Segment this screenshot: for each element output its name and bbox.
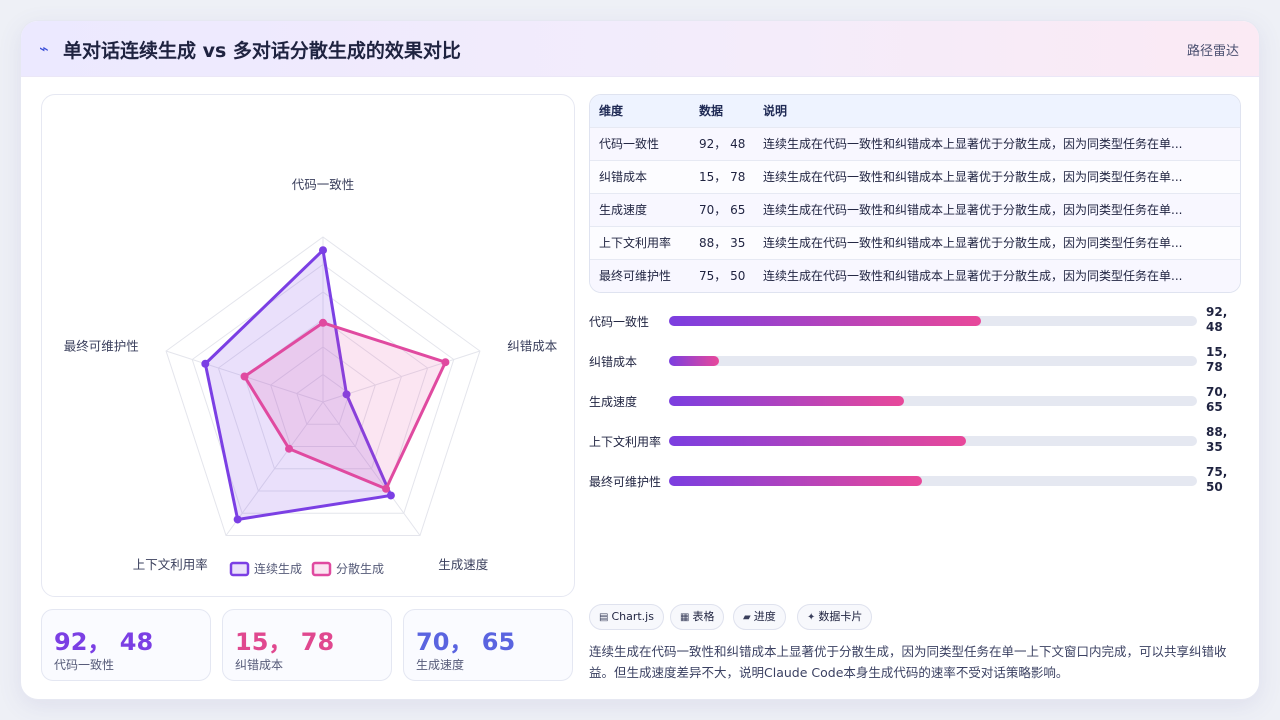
page-title: 单对话连续生成 vs 多对话分散生成的效果对比 (63, 40, 461, 62)
radar-point (441, 358, 450, 367)
table-cell: 连续生成在代码一致性和纠错成本上显著优于分散生成，因为同类型任务在单... (763, 269, 1183, 284)
bar-row-maintainability: 最终可维护性 75, 50 (589, 463, 1241, 497)
table-cell: 连续生成在代码一致性和纠错成本上显著优于分散生成，因为同类型任务在单... (763, 236, 1183, 250)
bar-track (669, 476, 1197, 486)
chart-icon: ▤ (599, 612, 609, 623)
radar-point (386, 491, 395, 500)
kpi-card-speed: 70， 65 生成速度 (403, 609, 573, 681)
bar-fill (669, 396, 904, 406)
summary-text: 连续生成在代码一致性和纠错成本上显著优于分散生成，因为同类型任务在单一上下文窗口… (589, 644, 1227, 680)
table-header-row: 维度 数据 说明 (590, 95, 1240, 127)
table-icon: ▦ (680, 612, 690, 623)
tag-table[interactable]: ▦ 表格 (670, 604, 725, 630)
radar-chart: 代码一致性纠错成本生成速度 上下文利用率 最终可维护性连续生成 分散生成 (64, 177, 558, 577)
radar-axis-label: 纠错成本 (507, 339, 558, 354)
radar-axis-label: 生成速度 (438, 557, 489, 572)
table-cell: 15， 78 (699, 170, 746, 184)
radar-point (201, 359, 210, 368)
bar-value: 88, 35 (1206, 425, 1228, 454)
data-table: 维度 数据 说明 代码一致性 92， 48 连续生成在代码一致性和纠错成本上显著… (589, 94, 1241, 293)
tag-progress[interactable]: ▰ 进度 (733, 604, 786, 630)
bar-fill (669, 436, 967, 446)
table-row: 代码一致性 92， 48 连续生成在代码一致性和纠错成本上显著优于分散生成，因为… (590, 127, 1240, 160)
bar-track (669, 396, 1197, 406)
radar-point (319, 246, 327, 255)
sparkle-icon: ✦ (807, 612, 816, 623)
bar-fill (669, 356, 720, 366)
table-cell: 纠错成本 (599, 170, 648, 184)
bar-track (669, 356, 1197, 366)
bar-label: 上下文利用率 (589, 435, 662, 449)
column-header: 说明 (763, 104, 788, 119)
bar-row-fix-cost: 纠错成本 15, 78 (589, 343, 1241, 377)
table-cell: 75， 50 (699, 269, 746, 284)
kpi-label: 代码一致性 (54, 658, 115, 672)
bar-value: 15, 78 (1206, 345, 1228, 374)
bar-row-consistency: 代码一致性 92, 48 (589, 303, 1241, 337)
tag-chartjs[interactable]: ▤ Chart.js (589, 604, 664, 630)
radar-axis-label: 代码一致性 (292, 177, 355, 192)
bar-label: 代码一致性 (589, 315, 650, 329)
radar-point (240, 372, 249, 381)
bar-value: 92, 48 (1206, 305, 1228, 334)
legend-label: 连续生成 (254, 561, 302, 576)
bar-label: 最终可维护性 (589, 475, 662, 489)
progress-bars: 代码一致性 92, 48 纠错成本 15, 78 生成速度 70, 65 上下文利用率… (589, 303, 1241, 503)
bar-label: 生成速度 (589, 395, 638, 409)
tag-data-card[interactable]: ✦ 数据卡片 (797, 604, 873, 630)
table-cell: 70， 65 (699, 203, 746, 217)
legend-label: 分散生成 (336, 561, 384, 576)
kpi-label: 生成速度 (416, 658, 465, 672)
radar-point (382, 484, 391, 493)
bar-fill (669, 316, 981, 326)
table-cell: 上下文利用率 (599, 236, 672, 250)
table-row: 生成速度 70， 65 连续生成在代码一致性和纠错成本上显著优于分散生成，因为同… (590, 193, 1240, 226)
column-header: 数据 (699, 104, 724, 119)
dashboard-card: ⌁ 单对话连续生成 vs 多对话分散生成的效果对比 路径雷达 代码一致性 纠错成本… (20, 20, 1260, 700)
table-cell: 88， 35 (699, 236, 746, 250)
radar-chart-panel: 代码一致性纠错成本生成速度 上下文利用率 最终可维护性连续生成 分散生成 (41, 94, 575, 597)
radar-point (233, 515, 242, 524)
kpi-value: 70， 65 (416, 628, 516, 656)
bar-row-speed: 生成速度 70, 65 (589, 383, 1241, 417)
radar-point (319, 318, 327, 327)
radar-axis-label: 最终可维护性 (64, 339, 139, 354)
kpi-value: 92， 48 (54, 628, 154, 656)
progress-icon: ▰ (743, 612, 751, 623)
column-header: 维度 (599, 104, 624, 119)
bar-fill (669, 476, 923, 486)
table-cell: 最终可维护性 (599, 269, 672, 284)
table-row: 上下文利用率 88， 35 连续生成在代码一致性和纠错成本上显著优于分散生成，因… (590, 226, 1240, 259)
bar-track (669, 316, 1197, 326)
table-cell: 连续生成在代码一致性和纠错成本上显著优于分散生成，因为同类型任务在单... (763, 137, 1183, 151)
bar-value: 75, 50 (1206, 465, 1228, 494)
bar-value: 70, 65 (1206, 385, 1228, 414)
bar-row-context: 上下文利用率 88, 35 (589, 423, 1241, 457)
table-cell: 生成速度 (599, 203, 648, 217)
table-row: 纠错成本 15， 78 连续生成在代码一致性和纠错成本上显著优于分散生成，因为同… (590, 160, 1240, 193)
header-bar: ⌁ 单对话连续生成 vs 多对话分散生成的效果对比 路径雷达 (21, 21, 1259, 77)
radar-point (285, 444, 294, 453)
chart-type-badge: 路径雷达 (1186, 44, 1239, 59)
legend-swatch (311, 561, 332, 577)
bolt-icon: ⌁ (39, 39, 49, 58)
kpi-card-consistency: 92， 48 代码一致性 (41, 609, 211, 681)
table-cell: 代码一致性 (599, 137, 660, 151)
kpi-value: 15， 78 (235, 628, 335, 656)
legend-swatch (229, 561, 250, 577)
kpi-card-fix-cost: 15， 78 纠错成本 (222, 609, 392, 681)
table-row: 最终可维护性 75， 50 连续生成在代码一致性和纠错成本上显著优于分散生成，因… (590, 259, 1240, 292)
table-cell: 连续生成在代码一致性和纠错成本上显著优于分散生成，因为同类型任务在单... (763, 170, 1183, 184)
bar-track (669, 436, 1197, 446)
radar-axis-label: 上下文利用率 (133, 557, 208, 572)
bar-label: 纠错成本 (589, 355, 638, 369)
table-cell: 连续生成在代码一致性和纠错成本上显著优于分散生成，因为同类型任务在单... (763, 203, 1183, 217)
table-cell: 92， 48 (699, 137, 746, 151)
kpi-label: 纠错成本 (235, 658, 284, 672)
